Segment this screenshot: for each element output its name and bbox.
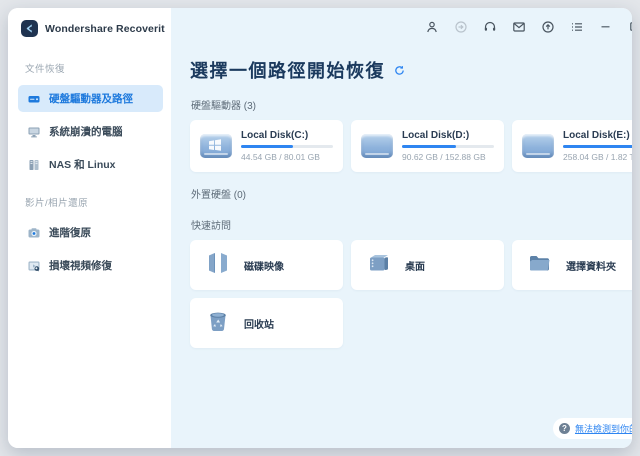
disk-e-icon bbox=[522, 134, 554, 158]
sidebar-item-advanced-recovery[interactable]: 進階復原 bbox=[18, 219, 163, 246]
quick-item-recycle-bin[interactable]: 回收站 bbox=[190, 298, 343, 348]
drive-card-d[interactable]: Local Disk(D:) 90.62 GB / 152.88 GB bbox=[351, 120, 504, 172]
recoverit-logo-icon bbox=[21, 20, 38, 37]
sidebar-section-file-recovery: 文件恢復 bbox=[25, 61, 171, 75]
drive-usage-bar bbox=[402, 145, 494, 148]
drive-usage-bar bbox=[563, 145, 632, 148]
drive-usage-bar bbox=[241, 145, 333, 148]
crashed-computer-icon bbox=[26, 124, 41, 139]
drive-name: Local Disk(C:) bbox=[241, 130, 333, 141]
quick-access-list: 磁碟映像 桌面 選擇資料夾 bbox=[190, 240, 632, 348]
main-content: 選擇一個路徑開始恢復 硬盤驅動器 (3) Local Disk(C:) 44.5… bbox=[171, 45, 632, 356]
external-section-label: 外置硬盤 (0) bbox=[191, 186, 632, 201]
sidebar-item-label: 進階復原 bbox=[49, 225, 91, 240]
quick-item-label: 選擇資料夾 bbox=[566, 258, 616, 273]
disk-c-icon bbox=[200, 134, 232, 158]
recycle-bin-icon bbox=[204, 307, 232, 340]
hard-drive-icon bbox=[26, 91, 41, 106]
topbar bbox=[171, 8, 632, 45]
sidebar-item-label: 系統崩潰的電腦 bbox=[49, 124, 123, 139]
desktop-icon bbox=[365, 249, 393, 282]
info-icon: ? bbox=[559, 423, 570, 434]
nas-server-icon bbox=[26, 157, 41, 172]
drive-name: Local Disk(D:) bbox=[402, 130, 494, 141]
app-logo: Wondershare Recoverit bbox=[8, 8, 171, 47]
sidebar-item-label: 硬盤驅動器及路徑 bbox=[49, 91, 133, 106]
sidebar-item-nas-linux[interactable]: NAS 和 Linux bbox=[18, 151, 163, 178]
refresh-icon[interactable] bbox=[394, 65, 405, 76]
quick-item-label: 桌面 bbox=[405, 258, 425, 273]
sign-in-icon[interactable] bbox=[453, 19, 468, 34]
cant-detect-drive-link[interactable]: ? 無法檢測到你的硬盤？ bbox=[553, 418, 632, 439]
sidebar-section-photo-video: 影片/相片還原 bbox=[25, 195, 171, 209]
drive-name: Local Disk(E:) bbox=[563, 130, 632, 141]
page-title: 選擇一個路徑開始恢復 bbox=[190, 57, 385, 83]
main-panel: 選擇一個路徑開始恢復 硬盤驅動器 (3) Local Disk(C:) 44.5… bbox=[171, 8, 632, 448]
sidebar: Wondershare Recoverit 文件恢復 硬盤驅動器及路徑 系統崩潰… bbox=[8, 8, 171, 448]
menu-list-icon[interactable] bbox=[569, 19, 584, 34]
quick-access-section-label: 快速訪問 bbox=[191, 217, 632, 232]
sidebar-item-hard-drives[interactable]: 硬盤驅動器及路徑 bbox=[18, 85, 163, 112]
sidebar-item-video-repair[interactable]: 損壞視頻修復 bbox=[18, 252, 163, 279]
hdd-section-label: 硬盤驅動器 (3) bbox=[191, 97, 632, 112]
sidebar-item-label: 損壞視頻修復 bbox=[49, 258, 112, 273]
drive-usage-text: 90.62 GB / 152.88 GB bbox=[402, 152, 494, 162]
upgrade-icon[interactable] bbox=[540, 19, 555, 34]
mail-icon[interactable] bbox=[511, 19, 526, 34]
headset-icon[interactable] bbox=[482, 19, 497, 34]
app-window: Wondershare Recoverit 文件恢復 硬盤驅動器及路徑 系統崩潰… bbox=[8, 8, 632, 448]
quick-item-disk-image[interactable]: 磁碟映像 bbox=[190, 240, 343, 290]
app-title: Wondershare Recoverit bbox=[45, 23, 165, 35]
camera-icon bbox=[26, 225, 41, 240]
quick-item-select-folder[interactable]: 選擇資料夾 bbox=[512, 240, 632, 290]
disk-d-icon bbox=[361, 134, 393, 158]
footer-link-text[interactable]: 無法檢測到你的硬盤？ bbox=[575, 422, 632, 435]
drive-usage-text: 44.54 GB / 80.01 GB bbox=[241, 152, 333, 162]
disk-image-icon bbox=[204, 249, 232, 282]
quick-item-label: 磁碟映像 bbox=[244, 258, 284, 273]
quick-item-label: 回收站 bbox=[244, 316, 274, 331]
drive-usage-text: 258.04 GB / 1.82 TB bbox=[563, 152, 632, 162]
sidebar-item-label: NAS 和 Linux bbox=[49, 157, 116, 172]
minimize-icon[interactable] bbox=[598, 19, 613, 34]
quick-item-desktop[interactable]: 桌面 bbox=[351, 240, 504, 290]
user-icon[interactable] bbox=[424, 19, 439, 34]
sidebar-item-crashed-computer[interactable]: 系統崩潰的電腦 bbox=[18, 118, 163, 145]
video-repair-icon bbox=[26, 258, 41, 273]
drive-card-list: Local Disk(C:) 44.54 GB / 80.01 GB Local… bbox=[190, 120, 632, 172]
folder-icon bbox=[526, 249, 554, 282]
drive-card-e[interactable]: Local Disk(E:) 258.04 GB / 1.82 TB bbox=[512, 120, 632, 172]
drive-card-c[interactable]: Local Disk(C:) 44.54 GB / 80.01 GB bbox=[190, 120, 343, 172]
maximize-icon[interactable] bbox=[627, 19, 632, 34]
